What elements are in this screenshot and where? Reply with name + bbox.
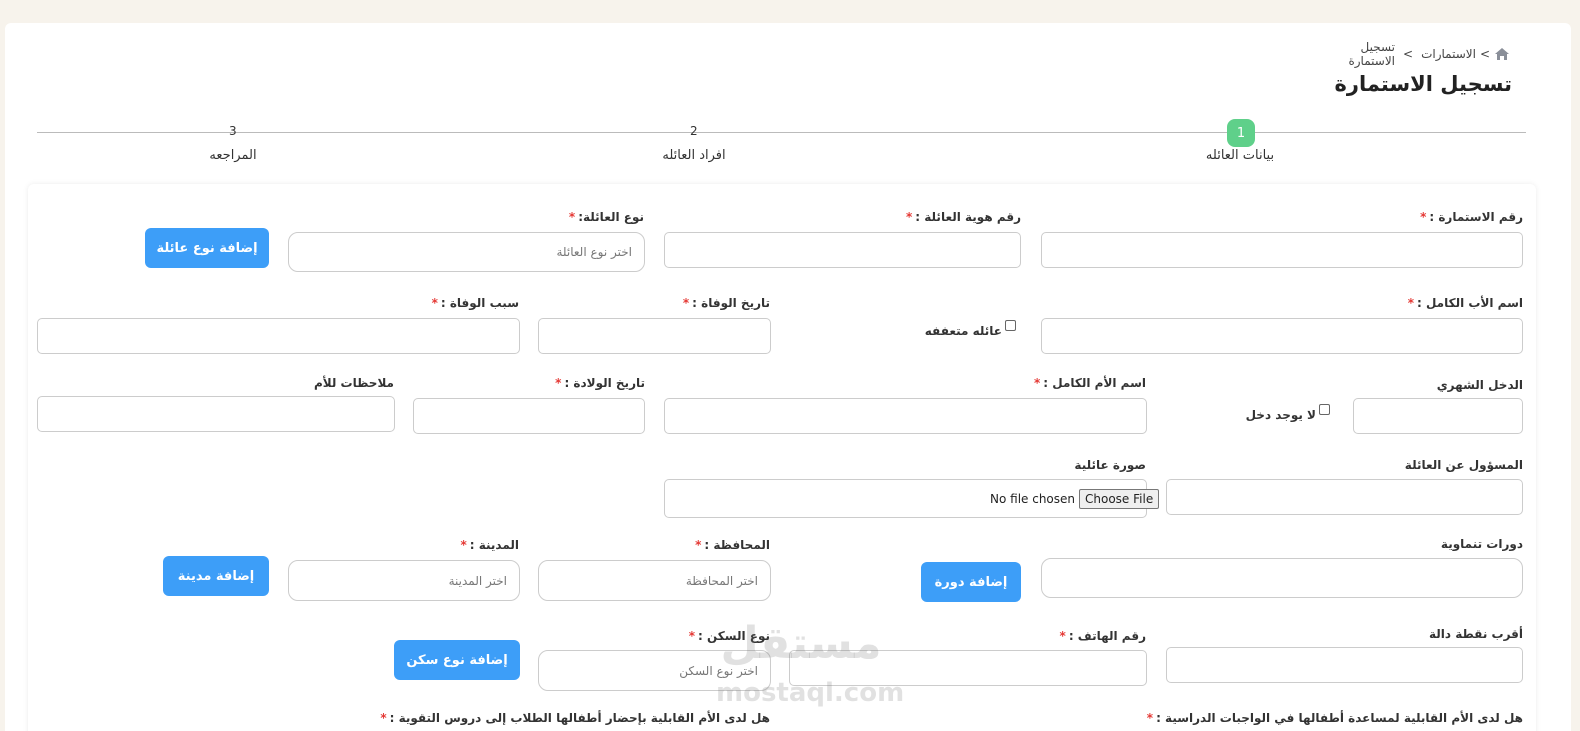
step-1-indicator[interactable]: 1	[1227, 119, 1255, 147]
chaste-family-checkbox[interactable]: عائله متعففه	[925, 320, 1016, 341]
mother-name-label: اسم الأم الكامل :*	[1033, 376, 1146, 390]
step-2-label[interactable]: افراد العائله	[644, 148, 744, 163]
responsible-label: المسؤول عن العائلة	[1404, 458, 1523, 472]
responsible-input[interactable]	[1166, 479, 1523, 515]
watermark-logo-arabic: مستقل	[720, 618, 882, 669]
monthly-income-input[interactable]	[1353, 398, 1523, 434]
form-number-label: رقم الاستمارة :*	[1420, 210, 1523, 224]
add-course-button[interactable]: إضافة دورة	[921, 562, 1021, 602]
add-family-type-button[interactable]: إضافة نوع عائلة	[145, 228, 269, 268]
death-cause-label: سبب الوفاة :*	[431, 296, 519, 310]
breadcrumb-parent-link[interactable]: الاستمارات	[1421, 47, 1476, 61]
family-id-label: رقم هوية العائلة :*	[906, 210, 1021, 224]
checkbox-icon[interactable]	[1005, 320, 1016, 331]
add-housing-type-button[interactable]: إضافة نوع سكن	[394, 640, 520, 680]
family-photo-label: صورة عائلية	[1074, 458, 1146, 472]
birth-date-label: تاريخ الولادة :*	[555, 376, 645, 390]
mother-name-input[interactable]	[664, 398, 1147, 434]
checkbox-icon[interactable]	[1319, 404, 1330, 415]
mother-notes-label: ملاحظات للأم	[313, 376, 394, 390]
step-1-label[interactable]: بيانات العائله	[1190, 148, 1290, 163]
file-status: No file chosen	[990, 492, 1076, 506]
choose-file-button[interactable]: Choose File	[1079, 489, 1160, 509]
homework-question-label: هل لدى الأم القابلية لمساعدة أطفالها في …	[1146, 711, 1523, 725]
governorate-label: المحافظة :*	[695, 538, 770, 552]
city-label: المدينة :*	[460, 538, 519, 552]
page-title: تسجيل الاستمارة	[1334, 72, 1512, 96]
family-id-input[interactable]	[664, 232, 1021, 268]
step-3-label[interactable]: المراجعه	[183, 148, 283, 163]
father-name-label: اسم الأب الكامل :*	[1407, 296, 1523, 310]
stepper-line	[37, 132, 1526, 133]
courses-input[interactable]	[1041, 558, 1523, 598]
tutoring-question-label: هل لدى الأم القابلية بإحضار أطفالها الطل…	[380, 711, 770, 725]
breadcrumb-current: تسجيل الاستمارة	[1348, 40, 1395, 68]
family-type-select[interactable]: اختر نوع العائلة	[288, 232, 645, 272]
add-city-button[interactable]: إضافة مدينة	[163, 556, 269, 596]
family-type-label: نوع العائلة:*	[568, 210, 644, 224]
step-3-indicator[interactable]: 3	[229, 124, 237, 138]
courses-label: دورات تنماوية	[1440, 537, 1523, 551]
death-date-label: تاريخ الوفاة :*	[682, 296, 770, 310]
city-select[interactable]: اختر المدينة	[288, 560, 520, 601]
death-date-input[interactable]	[538, 318, 771, 354]
form-number-input[interactable]	[1041, 232, 1523, 268]
governorate-select[interactable]: اختر المحافظة	[538, 560, 771, 601]
no-income-checkbox[interactable]: لا يوجد دخل	[1246, 404, 1330, 425]
phone-label: رقم الهاتف :*	[1059, 629, 1146, 643]
watermark-logo-latin: mostaql.com	[716, 678, 905, 708]
step-2-indicator[interactable]: 2	[690, 124, 698, 138]
mother-notes-input[interactable]	[37, 396, 395, 432]
breadcrumb-separator: >	[1403, 47, 1414, 61]
landmark-input[interactable]	[1166, 647, 1523, 683]
monthly-income-label: الدخل الشهري	[1436, 378, 1523, 392]
death-cause-input[interactable]	[37, 318, 520, 354]
birth-date-input[interactable]	[413, 398, 645, 434]
family-photo-file-input[interactable]: No file chosen Choose File	[990, 489, 1160, 509]
home-icon[interactable]	[1494, 47, 1510, 61]
breadcrumb: > الاستمارات > تسجيل الاستمارة	[1320, 40, 1510, 68]
landmark-label: أقرب نقطة دالة	[1428, 627, 1523, 641]
breadcrumb-separator: >	[1479, 47, 1490, 61]
father-name-input[interactable]	[1041, 318, 1523, 354]
